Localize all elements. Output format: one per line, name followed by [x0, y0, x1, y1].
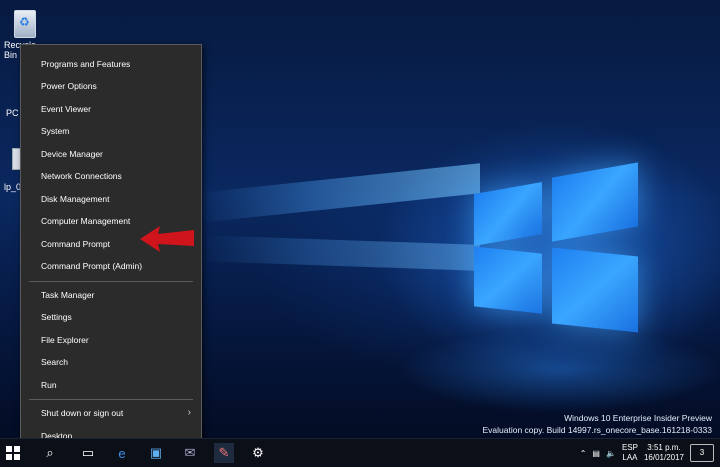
menu-item-event-viewer[interactable]: Event Viewer [21, 98, 201, 120]
clock[interactable]: 3:51 p.m. 16/01/2017 [644, 443, 684, 463]
menu-item-network-connections[interactable]: Network Connections [21, 165, 201, 187]
watermark-line-1: Windows 10 Enterprise Insider Preview [564, 413, 712, 423]
menu-item-task-manager[interactable]: Task Manager [21, 284, 201, 306]
edge-icon[interactable]: e [112, 443, 132, 463]
windows-start-icon[interactable] [6, 446, 20, 460]
clock-date: 16/01/2017 [643, 453, 684, 462]
windows-logo-pane [474, 182, 542, 246]
menu-item-file-explorer[interactable]: File Explorer [21, 329, 201, 351]
chevron-right-icon: › [187, 407, 191, 418]
settings-gear-icon[interactable]: ⚙ [248, 443, 268, 463]
volume-icon[interactable]: 🔈 [606, 449, 616, 458]
system-tray: ⌃ ▤ 🔈 ESP LAA 3:51 p.m. 16/01/2017 3 [580, 439, 714, 467]
language-region: LAA [622, 453, 638, 462]
menu-item-disk-management[interactable]: Disk Management [21, 188, 201, 210]
windows-logo-pane [552, 162, 638, 242]
language-code: ESP [621, 443, 638, 452]
menu-separator [29, 281, 193, 282]
menu-item-settings[interactable]: Settings [21, 306, 201, 328]
paint-icon[interactable]: ✎ [214, 443, 234, 463]
menu-item-power-options[interactable]: Power Options [21, 75, 201, 97]
recycle-bin-icon[interactable] [14, 10, 36, 38]
light-beam [200, 163, 480, 223]
menu-item-device-manager[interactable]: Device Manager [21, 143, 201, 165]
network-icon[interactable]: ▤ [592, 449, 600, 458]
menu-item-command-prompt-admin[interactable]: Command Prompt (Admin) [21, 255, 201, 277]
menu-separator [29, 399, 193, 400]
task-view-icon[interactable]: ▭ [78, 443, 98, 463]
menu-item-search[interactable]: Search [21, 351, 201, 373]
menu-item-label: Shut down or sign out [41, 408, 124, 418]
store-icon[interactable]: ▣ [146, 443, 166, 463]
watermark-line-2: Evaluation copy. Build 14997.rs_onecore_… [482, 425, 712, 435]
notification-icon[interactable]: 3 [690, 444, 714, 462]
menu-item-system[interactable]: System [21, 120, 201, 142]
red-arrow-icon [140, 226, 194, 252]
windows-logo-pane [474, 246, 542, 314]
menu-item-shut-down-or-sign-out[interactable]: Shut down or sign out › [21, 402, 201, 424]
evaluation-watermark: Windows 10 Enterprise Insider Preview Ev… [482, 412, 712, 436]
taskbar: ⌕ ▭ e ▣ ✉ ✎ ⚙ ⌃ ▤ 🔈 ESP LAA 3:51 p.m. 16… [0, 438, 720, 467]
language-indicator[interactable]: ESP LAA [622, 443, 638, 463]
windows-logo-pane [552, 247, 638, 333]
clock-time: 3:51 p.m. [647, 443, 681, 452]
search-icon[interactable]: ⌕ [40, 443, 60, 463]
light-beam [200, 235, 480, 271]
chevron-up-icon[interactable]: ⌃ [580, 449, 587, 458]
mail-icon[interactable]: ✉ [180, 443, 200, 463]
menu-item-programs-and-features[interactable]: Programs and Features [21, 53, 201, 75]
menu-item-run[interactable]: Run [21, 374, 201, 396]
